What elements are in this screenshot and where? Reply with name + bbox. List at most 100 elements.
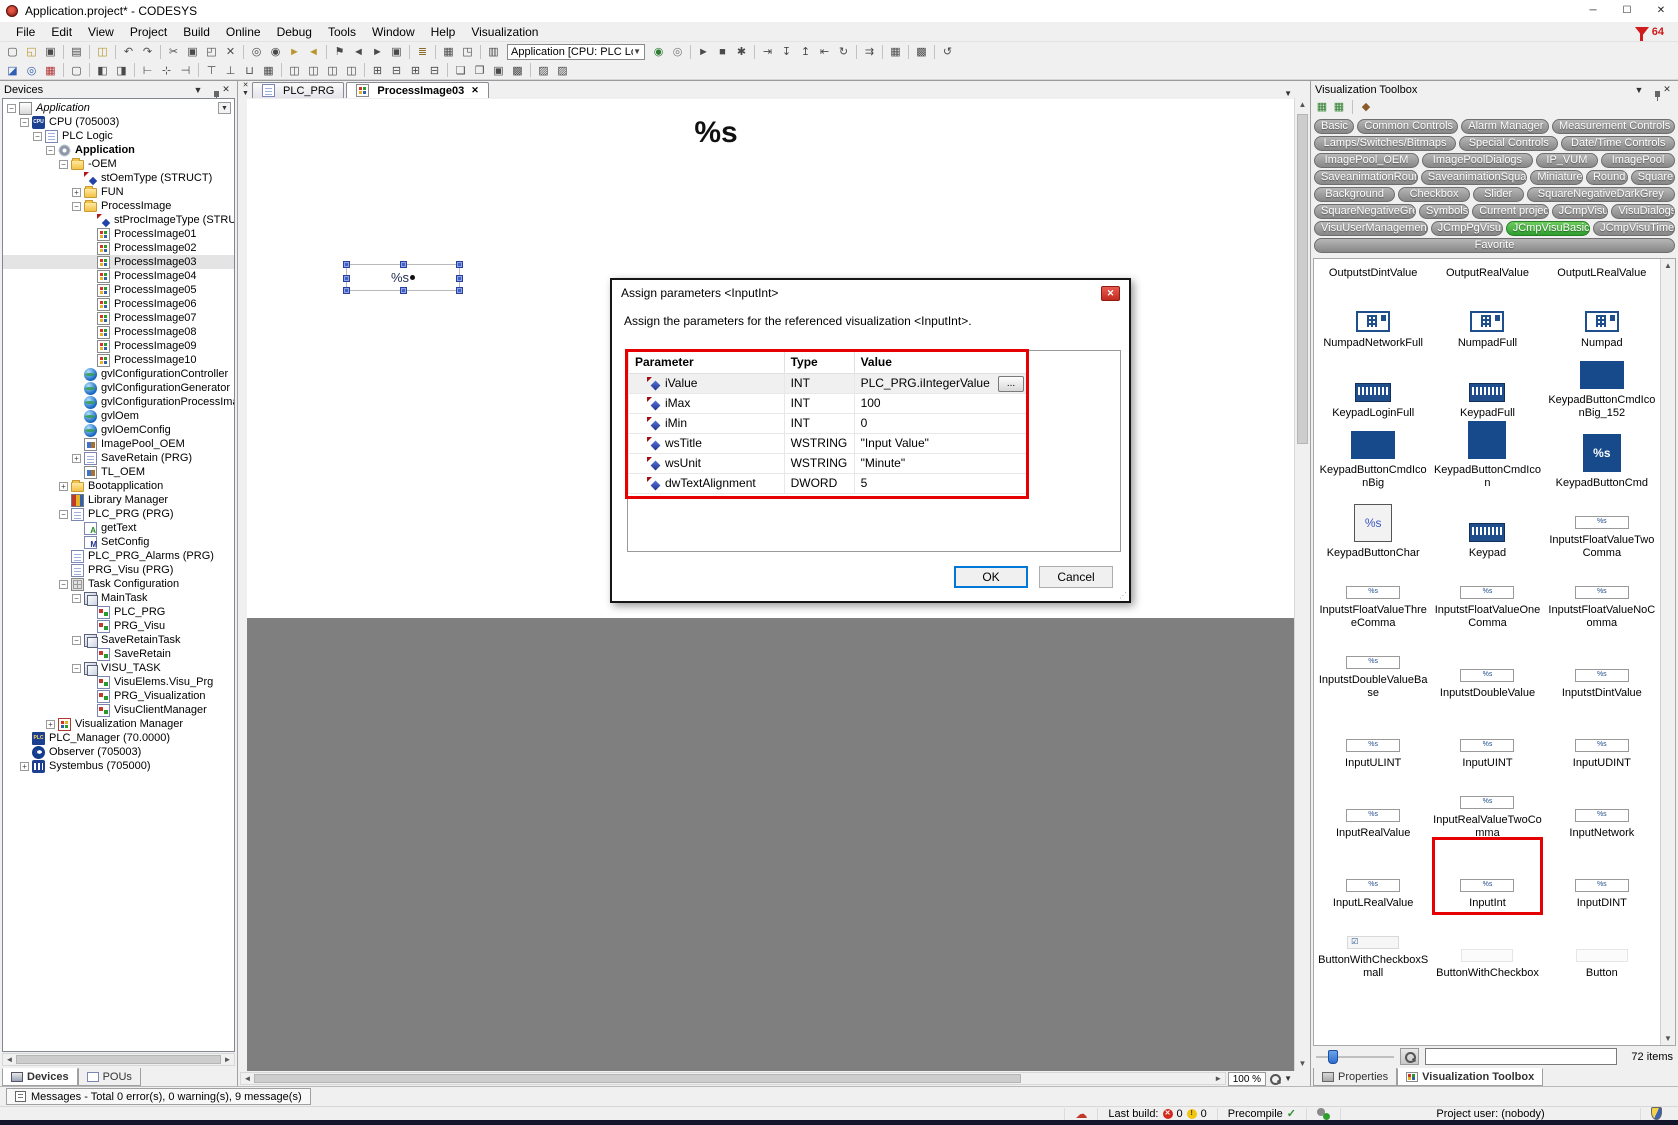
- toolbox-item-inputulint[interactable]: %sInputULINT: [1316, 703, 1430, 773]
- tree-item-gvloem[interactable]: gvlOem: [3, 409, 234, 423]
- frame-element-button[interactable]: ▢: [67, 62, 86, 79]
- bookmark-button[interactable]: ⚑: [330, 43, 349, 60]
- category-ip-vum[interactable]: IP_VUM: [1536, 153, 1598, 168]
- space-h-button[interactable]: ◫: [285, 62, 304, 79]
- tree-item-gvlconfigurationcontroller[interactable]: gvlConfigurationController: [3, 367, 234, 381]
- resize-handle-sw[interactable]: [343, 287, 350, 294]
- resize-handle-nw[interactable]: [343, 261, 350, 268]
- step-out-button[interactable]: ↥: [796, 43, 815, 60]
- messages-tab[interactable]: Messages - Total 0 error(s), 0 warning(s…: [6, 1088, 311, 1105]
- tree-item-prg-visualization[interactable]: PRG_Visualization: [3, 689, 234, 703]
- resize-handle-n[interactable]: [400, 261, 407, 268]
- tree-item-visuelems-visu-prg[interactable]: VisuElems.Visu_Prg: [3, 675, 234, 689]
- category-special-controls[interactable]: Special Controls: [1459, 136, 1558, 151]
- scroll-up-icon[interactable]: ▲: [1295, 98, 1310, 112]
- tree-item-processimage03[interactable]: ProcessImage03: [3, 255, 234, 269]
- resize-handle-e[interactable]: [456, 275, 463, 282]
- cut-button[interactable]: ✂: [164, 43, 183, 60]
- browse-button[interactable]: ...: [998, 376, 1024, 392]
- category-round[interactable]: Round: [1586, 170, 1628, 185]
- toolbox-item-keypadbuttoncmd[interactable]: %sKeypadButtonCmd: [1545, 423, 1659, 493]
- category-squarenegativegrey[interactable]: SquareNegativeGrey: [1314, 204, 1416, 219]
- table-row[interactable]: dwTextAlignmentDWORD5: [629, 473, 1028, 493]
- scroll-left-icon[interactable]: ◄: [3, 1055, 16, 1064]
- prev-bookmark-button[interactable]: ◄: [349, 43, 368, 60]
- tree-item-plc-prg-prg[interactable]: −PLC_PRG (PRG): [3, 507, 234, 521]
- order-3-button[interactable]: ⊞: [406, 62, 425, 79]
- resize-handle-s[interactable]: [400, 287, 407, 294]
- flow-control-button[interactable]: ⇉: [860, 43, 879, 60]
- editor-vertical-scrollbar[interactable]: ▲ ▼: [1294, 98, 1310, 1071]
- tree-item-saveretain[interactable]: SaveRetain: [3, 647, 234, 661]
- toolbox-item-inputstfloatvaluenocomma[interactable]: %sInputstFloatValueNoComma: [1545, 563, 1659, 633]
- category-imagepool[interactable]: ImagePool: [1601, 153, 1675, 168]
- visualization-canvas[interactable]: %s %s ▲ ▼: [238, 98, 1310, 1071]
- tree-expander[interactable]: +: [46, 720, 55, 729]
- toolbox-item-inputnetwork[interactable]: %sInputNetwork: [1545, 773, 1659, 843]
- menu-item-tools[interactable]: Tools: [320, 22, 364, 42]
- toolbox-item-inputdint[interactable]: %sInputDINT: [1545, 843, 1659, 913]
- dialog-close-button[interactable]: ✕: [1101, 286, 1120, 301]
- devices-horizontal-scrollbar[interactable]: ◄ ►: [2, 1053, 235, 1066]
- menu-item-window[interactable]: Window: [364, 22, 423, 42]
- close-tab-icon[interactable]: ✕: [471, 85, 479, 96]
- chevron-down-icon[interactable]: ▼: [191, 85, 205, 95]
- tree-item-visuclientmanager[interactable]: VisuClientManager: [3, 703, 234, 717]
- start-button[interactable]: ►: [694, 43, 713, 60]
- editor-tab-plc-prg[interactable]: PLC_PRG: [252, 82, 344, 98]
- shop-button[interactable]: ▩: [912, 43, 931, 60]
- category-jcmpvisutime[interactable]: JCmpVisuTime: [1593, 221, 1675, 236]
- next-bookmark-button[interactable]: ►: [368, 43, 387, 60]
- tab-overflow-icon[interactable]: ▼: [1284, 89, 1292, 98]
- category-basic[interactable]: Basic: [1314, 119, 1354, 134]
- multiply-visu-button[interactable]: ▨: [534, 62, 553, 79]
- tree-expander[interactable]: +: [72, 188, 81, 197]
- tree-item-imagepool-oem[interactable]: ImagePool_OEM: [3, 437, 234, 451]
- tree-expander[interactable]: +: [20, 762, 29, 771]
- multiply-visu-2-button[interactable]: ▨: [553, 62, 572, 79]
- tree-item-prg-visu[interactable]: PRG_Visu: [3, 619, 234, 633]
- grid-tool-button[interactable]: ▦: [41, 62, 60, 79]
- login-button[interactable]: ◉: [649, 43, 668, 60]
- toolbox-item-button[interactable]: Button: [1545, 913, 1659, 983]
- active-application-combo[interactable]: Application [CPU: PLC Logic]▼: [507, 44, 645, 60]
- category-date-time-controls[interactable]: Date/Time Controls: [1561, 136, 1675, 151]
- tree-item-visualization-manager[interactable]: +Visualization Manager: [3, 717, 234, 731]
- tree-item-gvlconfigurationgenerator[interactable]: gvlConfigurationGenerator: [3, 381, 234, 395]
- copy-project-button[interactable]: ◫: [93, 43, 112, 60]
- align-middle-button[interactable]: ⊥: [221, 62, 240, 79]
- tree-expander[interactable]: −: [33, 132, 42, 141]
- order-2-button[interactable]: ⊟: [387, 62, 406, 79]
- category-checkbox[interactable]: Checkbox: [1398, 187, 1470, 202]
- toolbox-item-inputstfloatvalueonecomma[interactable]: %sInputstFloatValueOneComma: [1430, 563, 1544, 633]
- panel-tab-visualization-toolbox[interactable]: Visualization Toolbox: [1397, 1068, 1543, 1086]
- value-cell[interactable]: PLC_PRG.iIntegerValue...: [854, 373, 1027, 393]
- scroll-left-icon[interactable]: ◄: [241, 1074, 254, 1083]
- category-favorite[interactable]: Favorite: [1314, 238, 1675, 253]
- editor-horizontal-scrollbar[interactable]: ◄ ►: [240, 1072, 1226, 1085]
- menu-item-project[interactable]: Project: [122, 22, 175, 42]
- send-back-button[interactable]: ◨: [112, 62, 131, 79]
- menu-item-debug[interactable]: Debug: [269, 22, 320, 42]
- tree-item-maintask[interactable]: −MainTask: [3, 591, 234, 605]
- toolbox-item-inputudint[interactable]: %sInputUDINT: [1545, 703, 1659, 773]
- category-squarenegativedarkgrey[interactable]: SquareNegativeDarkGrey: [1527, 187, 1676, 202]
- order-4-button[interactable]: ⊟: [425, 62, 444, 79]
- menu-item-view[interactable]: View: [80, 22, 122, 42]
- tree-expander[interactable]: −: [72, 202, 81, 211]
- tree-item-saveretaintask[interactable]: −SaveRetainTask: [3, 633, 234, 647]
- tree-item-prg-visu-prg[interactable]: PRG_Visu (PRG): [3, 563, 234, 577]
- find-prev-button[interactable]: ◄: [304, 43, 323, 60]
- icon-size-slider[interactable]: [1316, 1050, 1394, 1064]
- run-to-cursor-button[interactable]: ⇤: [815, 43, 834, 60]
- window-list-icon[interactable]: ▼: [242, 90, 249, 98]
- space-h2-button[interactable]: ◫: [304, 62, 323, 79]
- delete-button[interactable]: ✕: [221, 43, 240, 60]
- tree-item-visu-task[interactable]: −VISU_TASK: [3, 661, 234, 675]
- toolbox-item-outputrealvalue[interactable]: OutputRealValue: [1430, 259, 1544, 283]
- tree-item-processimage02[interactable]: ProcessImage02: [3, 241, 234, 255]
- space-v-button[interactable]: ◫: [323, 62, 342, 79]
- tree-item-processimage09[interactable]: ProcessImage09: [3, 339, 234, 353]
- menu-item-edit[interactable]: Edit: [43, 22, 80, 42]
- toolbox-item-inputstdoublevaluebase[interactable]: %sInputstDoubleValueBase: [1316, 633, 1430, 703]
